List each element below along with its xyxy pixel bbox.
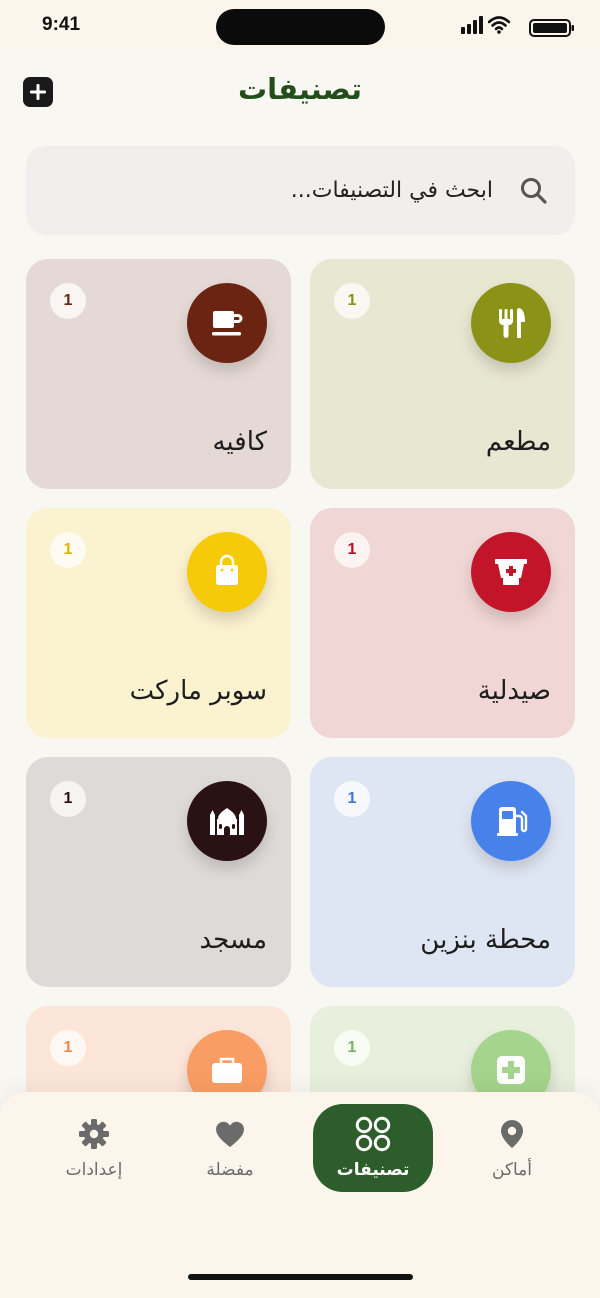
status-bar: 9:41 (0, 0, 600, 50)
wifi-icon (488, 16, 510, 34)
search-bar (26, 146, 575, 235)
shopping-bag-icon (216, 554, 238, 585)
nav-places-label: أماكن (491, 1160, 533, 1180)
search-input[interactable] (73, 168, 493, 212)
nav-categories-label: تصنيفات (336, 1160, 410, 1180)
status-time: 9:41 (42, 14, 81, 35)
nav-settings-label: إعدادات (65, 1160, 123, 1180)
category-label: مسجد (199, 925, 267, 955)
category-count-badge: 1 (334, 781, 370, 817)
category-count-badge: 1 (50, 1030, 86, 1066)
medical-cross-icon (497, 1056, 525, 1084)
gear-icon (79, 1119, 109, 1149)
category-icon-circle (187, 532, 267, 612)
category-card-mosque[interactable]: 1 مسجد (26, 757, 291, 987)
category-label: سوبر ماركت (129, 676, 267, 706)
category-count-badge: 1 (50, 283, 86, 319)
category-label: كافيه (212, 427, 267, 457)
pharmacy-mortar-icon (495, 559, 527, 585)
coffee-cup-icon (212, 311, 243, 336)
page-title: تصنيفات (237, 72, 363, 106)
battery-icon (529, 19, 574, 37)
category-label: مطعم (485, 427, 551, 457)
search-icon[interactable] (519, 176, 549, 206)
fork-knife-icon (499, 308, 525, 338)
dynamic-island (216, 9, 385, 45)
nav-settings[interactable]: إعدادات (34, 1104, 154, 1192)
mosque-icon (210, 808, 244, 835)
category-label: محطة بنزين (420, 925, 551, 955)
category-card-cafe[interactable]: 1 كافيه (26, 259, 291, 489)
header: تصنيفات (0, 60, 600, 130)
home-indicator (188, 1274, 413, 1280)
category-count-badge: 1 (50, 532, 86, 568)
category-icon-circle (187, 283, 267, 363)
grid-icon (355, 1116, 391, 1152)
cellular-signal-icon (461, 16, 483, 34)
briefcase-icon (212, 1057, 242, 1083)
category-icon-circle (471, 532, 551, 612)
category-count-badge: 1 (334, 532, 370, 568)
nav-categories[interactable]: تصنيفات (313, 1104, 433, 1192)
category-card-supermarket[interactable]: 1 سوبر ماركت (26, 508, 291, 738)
category-card-gas-station[interactable]: 1 محطة بنزين (310, 757, 575, 987)
category-icon-circle (471, 781, 551, 861)
fuel-pump-icon (497, 807, 528, 836)
category-icon-circle (471, 283, 551, 363)
nav-favorites-label: مفضلة (206, 1160, 254, 1180)
nav-favorites[interactable]: مفضلة (170, 1104, 290, 1192)
bottom-navigation: أماكن تصنيفات مفضلة إعدادات (0, 1092, 600, 1298)
category-card-pharmacy[interactable]: 1 صيدلية (310, 508, 575, 738)
category-count-badge: 1 (334, 1030, 370, 1066)
heart-icon (216, 1121, 244, 1147)
category-label: صيدلية (477, 676, 551, 706)
category-card-restaurant[interactable]: 1 مطعم (310, 259, 575, 489)
location-pin-icon (501, 1120, 523, 1148)
category-count-badge: 1 (50, 781, 86, 817)
nav-places[interactable]: أماكن (452, 1104, 572, 1192)
categories-screen: 9:41 تصنيفات ابحث في التصنيفات... 1 مطعم… (0, 0, 600, 1298)
category-icon-circle (187, 781, 267, 861)
category-count-badge: 1 (334, 283, 370, 319)
